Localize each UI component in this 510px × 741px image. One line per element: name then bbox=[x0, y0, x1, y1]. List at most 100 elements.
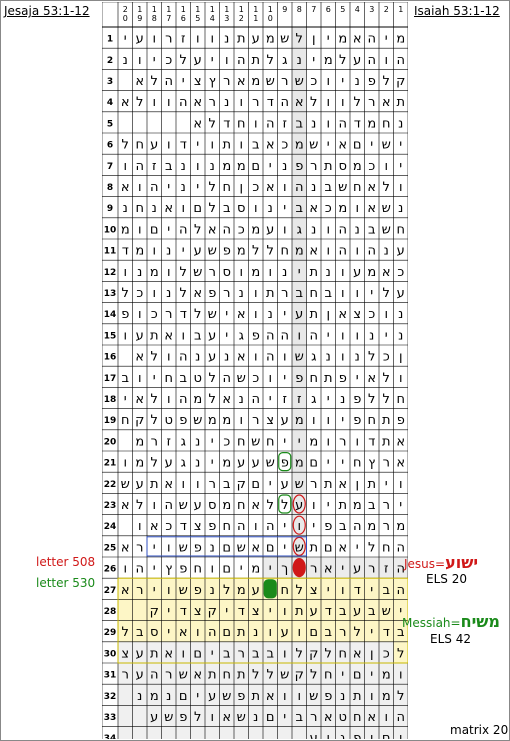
matrix-letter: ל bbox=[180, 265, 187, 280]
matrix-letter: א bbox=[338, 477, 347, 492]
matrix-letter: מ bbox=[295, 413, 304, 428]
matrix-letter: י bbox=[196, 180, 199, 195]
matrix-letter: ר bbox=[209, 477, 216, 492]
matrix-letter: פ bbox=[179, 562, 187, 577]
matrix-letter: ה bbox=[397, 583, 406, 598]
matrix-letter: א bbox=[309, 201, 318, 216]
matrix-letter: ש bbox=[222, 689, 231, 704]
matrix-letter: ת bbox=[382, 413, 391, 428]
matrix-letter: ו bbox=[181, 201, 185, 216]
matrix-letter: ה bbox=[150, 180, 159, 195]
matrix-letter: י bbox=[182, 74, 185, 89]
matrix-letter: נ bbox=[137, 689, 142, 704]
matrix-letter: ש bbox=[295, 477, 304, 492]
matrix-letter: א bbox=[208, 222, 217, 237]
matrix-letter: א bbox=[324, 562, 333, 577]
matrix-letter: י bbox=[167, 625, 170, 640]
matrix-letter: ב bbox=[295, 710, 303, 725]
matrix-letter: י bbox=[153, 540, 156, 555]
matrix-letter: א bbox=[237, 307, 246, 322]
matrix-letter: ן bbox=[370, 646, 374, 661]
matrix-letter: ב bbox=[165, 159, 173, 174]
column-number-digit: 9 bbox=[282, 5, 287, 14]
matrix-letter: ב bbox=[339, 519, 347, 534]
matrix-letter: כ bbox=[368, 307, 375, 322]
matrix-letter: א bbox=[193, 95, 202, 110]
matrix-letter: ל bbox=[136, 95, 143, 110]
matrix-letter: ר bbox=[281, 74, 288, 89]
matrix-letter: ה bbox=[165, 498, 174, 513]
matrix-letter: ו bbox=[167, 392, 171, 407]
matrix-letter: ס bbox=[208, 498, 216, 513]
matrix-letter: ע bbox=[281, 413, 289, 428]
matrix-letter: ל bbox=[267, 244, 274, 259]
matrix-letter: ו bbox=[370, 689, 374, 704]
matrix-letter: ד bbox=[368, 434, 375, 449]
matrix-letter: ט bbox=[165, 413, 173, 428]
matrix-letter: נ bbox=[253, 625, 258, 640]
matrix-letter: ל bbox=[194, 307, 201, 322]
matrix-letter: נ bbox=[398, 201, 403, 216]
row-number: 27 bbox=[104, 586, 117, 596]
column-number-digit: 9 bbox=[137, 14, 142, 23]
matrix-letter: ץ bbox=[165, 562, 172, 577]
row-number: 3 bbox=[107, 77, 113, 87]
matrix-letter: ר bbox=[383, 498, 390, 513]
matrix-letter: ת bbox=[382, 434, 391, 449]
matrix-letter: א bbox=[295, 95, 304, 110]
row-number: 10 bbox=[104, 225, 117, 235]
matrix-letter: ו bbox=[312, 498, 316, 513]
messiah-label: Messiah=משיח bbox=[402, 612, 500, 631]
matrix-letter: א bbox=[367, 710, 376, 725]
matrix-letter: ל bbox=[281, 498, 288, 513]
matrix-letter: ה bbox=[368, 244, 377, 259]
matrix-letter: צ bbox=[310, 583, 318, 598]
matrix-letter: ר bbox=[136, 540, 143, 555]
matrix-letter: ו bbox=[138, 222, 142, 237]
matrix-letter: מ bbox=[222, 498, 231, 513]
matrix-letter: ם bbox=[266, 540, 275, 555]
matrix-letter: ע bbox=[150, 710, 158, 725]
matrix-letter: פ bbox=[237, 689, 245, 704]
matrix-letter: ו bbox=[167, 95, 171, 110]
column-number-digit: 1 bbox=[152, 5, 157, 14]
matrix-letter: ם bbox=[150, 222, 159, 237]
matrix-letter: א bbox=[367, 201, 376, 216]
matrix-letter: ל bbox=[209, 201, 216, 216]
matrix-letter: ה bbox=[237, 519, 246, 534]
row-number: 6 bbox=[107, 141, 113, 151]
matrix-letter: ח bbox=[397, 392, 406, 407]
matrix-letter: נ bbox=[384, 244, 389, 259]
matrix-letter: ו bbox=[355, 328, 359, 343]
matrix-letter: פ bbox=[208, 519, 216, 534]
matrix-letter: ו bbox=[384, 53, 388, 68]
matrix-letter: ש bbox=[251, 434, 260, 449]
matrix-letter: א bbox=[164, 201, 173, 216]
matrix-letter: ר bbox=[165, 307, 172, 322]
matrix-letter: מ bbox=[251, 222, 260, 237]
matrix-letter: ח bbox=[194, 562, 203, 577]
matrix-letter: ה bbox=[266, 328, 275, 343]
matrix-letter: ש bbox=[280, 668, 289, 683]
matrix-letter: י bbox=[124, 32, 127, 47]
matrix-letter: ו bbox=[399, 371, 403, 386]
matrix-letter: ו bbox=[167, 265, 171, 280]
matrix-letter: נ bbox=[398, 328, 403, 343]
matrix-letter: ע bbox=[281, 625, 289, 640]
row-number: 5 bbox=[107, 119, 113, 129]
matrix-letter: ב bbox=[121, 371, 129, 386]
matrix-letter: נ bbox=[195, 350, 200, 365]
matrix-letter: נ bbox=[210, 583, 215, 598]
els-42-label: ELS 42 bbox=[430, 632, 471, 646]
matrix-letter: ל bbox=[151, 74, 158, 89]
matrix-letter: ר bbox=[368, 562, 375, 577]
matrix-letter: ב bbox=[368, 604, 376, 619]
matrix-letter: ח bbox=[324, 668, 333, 683]
matrix-letter: ו bbox=[181, 646, 185, 661]
matrix-letter: י bbox=[356, 540, 359, 555]
row-number: 16 bbox=[104, 353, 117, 363]
matrix-letter: ח bbox=[223, 180, 232, 195]
matrix-letter: ן bbox=[399, 350, 403, 365]
matrix-letter: ש bbox=[164, 710, 173, 725]
matrix-letter: נ bbox=[297, 53, 302, 68]
